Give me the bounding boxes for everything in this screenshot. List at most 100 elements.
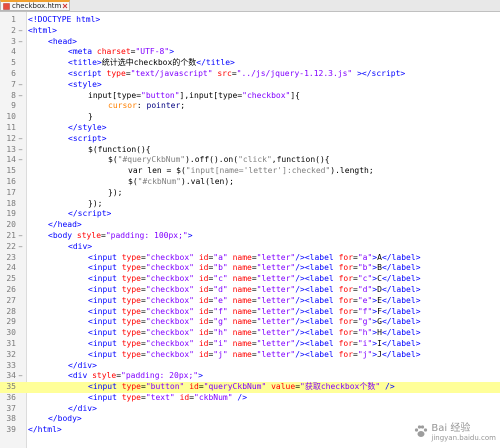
line-number: 23 (6, 252, 16, 262)
code-token: type (121, 338, 141, 348)
code-text: </style> (68, 123, 107, 134)
code-token: value (271, 382, 296, 392)
code-text: <title>统计选中checkbox的个数</title> (68, 58, 235, 69)
code-token: name (232, 295, 252, 305)
code-token: input (92, 306, 122, 316)
code-token: "button" (141, 90, 180, 100)
code-token: src (217, 68, 232, 78)
code-text: <body style="padding: 100px;"> (48, 231, 193, 242)
code-token: > (415, 328, 421, 338)
code-token: } (88, 112, 93, 122)
code-token: "j" (357, 349, 373, 359)
code-token: />< (295, 263, 310, 273)
watermark-url: jingyan.baidu.com (431, 434, 496, 442)
fold-toggle-icon[interactable]: − (17, 135, 24, 143)
code-token: </ (48, 220, 58, 230)
code-token: $(function(){ (88, 144, 151, 154)
code-token: "letter" (256, 284, 296, 294)
code-token: div (72, 371, 93, 381)
line-number: 33 (6, 360, 16, 370)
code-text: }); (108, 188, 122, 199)
code-token: input (92, 338, 122, 348)
code-token: title (72, 58, 97, 68)
code-token: </ (68, 403, 78, 413)
fold-toggle-icon[interactable]: − (17, 81, 24, 89)
code-editor[interactable]: 1 <!DOCTYPE html> 2− <html> 3− <head> 4 <meta c… (0, 12, 500, 448)
line-number: 37 (6, 403, 16, 413)
code-token: style (72, 79, 97, 89)
line-number: 19 (6, 209, 16, 219)
code-token: />< (295, 328, 310, 338)
code-token: > (415, 263, 421, 273)
line-number: 12 (6, 133, 16, 143)
code-token: meta (72, 47, 97, 57)
code-token: > (76, 220, 82, 230)
code-token: input (92, 392, 122, 402)
code-token: "letter" (256, 263, 296, 273)
code-token: input (92, 284, 122, 294)
fold-toggle-icon[interactable]: − (17, 38, 24, 46)
code-token: "ckbNum" (194, 392, 233, 402)
code-text: </div> (68, 404, 97, 415)
code-token: </ (68, 122, 78, 132)
code-line: 24 <input type="checkbox" id="b" name="le… (0, 263, 500, 274)
line-number: 35 (6, 382, 16, 392)
code-line: 8− input[type="button"],input[type="check… (0, 91, 500, 102)
close-icon[interactable] (61, 3, 68, 10)
code-token: > (415, 306, 421, 316)
code-token: html (37, 425, 57, 435)
code-line: 12− <script> (0, 134, 500, 145)
code-line: 3− <head> (0, 37, 500, 48)
code-token: label (391, 274, 416, 284)
fold-toggle-icon[interactable]: − (17, 232, 24, 240)
code-token: > (169, 47, 175, 57)
code-token: "queryCkbNum" (203, 382, 267, 392)
code-token: name (232, 252, 252, 262)
code-text: <style> (68, 80, 102, 91)
code-token: > (415, 349, 421, 359)
code-token: "d" (357, 284, 373, 294)
code-token: "checkbox" (145, 306, 194, 316)
code-token: var len = $( (128, 166, 186, 176)
line-number: 26 (6, 284, 16, 294)
line-number: 38 (6, 414, 16, 424)
code-token: "checkbox" (145, 263, 194, 273)
code-token: type (121, 317, 141, 327)
code-token: "b" (213, 263, 228, 273)
code-token: "checkbox" (145, 349, 194, 359)
line-number: 27 (6, 295, 16, 305)
fold-toggle-icon[interactable]: − (17, 92, 24, 100)
code-token: "i" (357, 338, 373, 348)
code-token: name (232, 349, 252, 359)
code-line: 35 <input type="button" id="queryCkbNum" … (0, 382, 500, 393)
code-token: </ (381, 349, 392, 359)
tab-checkbox-html[interactable]: checkbox.html (0, 0, 70, 11)
code-token: </ (28, 425, 38, 435)
fold-toggle-icon[interactable]: − (17, 243, 24, 251)
code-token: </ (381, 252, 392, 262)
code-token: "checkbox" (145, 338, 194, 348)
code-token: label (309, 306, 339, 316)
code-line: 18}); (0, 199, 500, 210)
code-token: > (187, 230, 193, 240)
code-token: name (232, 328, 252, 338)
fold-toggle-icon[interactable]: − (17, 146, 24, 154)
line-number: 15 (6, 166, 16, 176)
line-number: 3 (11, 36, 16, 46)
fold-toggle-icon[interactable]: − (17, 27, 24, 35)
code-line: 17}); (0, 188, 500, 199)
code-token: div (72, 241, 88, 251)
code-text: </head> (48, 220, 82, 231)
line-number: 13 (6, 144, 16, 154)
line-number: 6 (11, 68, 16, 78)
code-token: type (121, 252, 141, 262)
code-token: style (77, 122, 102, 132)
code-token: "UTF-8" (135, 47, 170, 57)
code-token: "checkbox" (145, 328, 194, 338)
code-token: "c" (213, 274, 228, 284)
fold-toggle-icon[interactable]: − (17, 157, 24, 164)
code-token: type (218, 90, 238, 100)
code-token: type (121, 306, 141, 316)
fold-toggle-icon[interactable]: − (17, 373, 24, 380)
line-number: 11 (6, 122, 16, 132)
